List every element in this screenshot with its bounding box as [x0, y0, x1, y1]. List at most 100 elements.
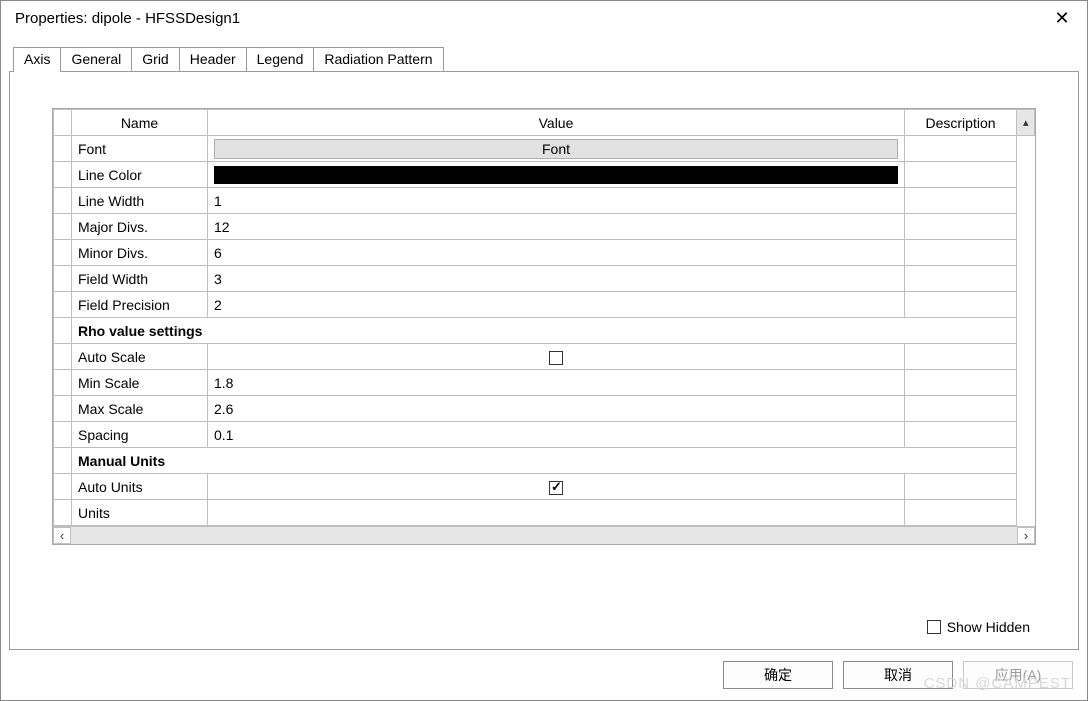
tab-axis[interactable]: Axis — [13, 47, 61, 72]
row-selector[interactable] — [54, 370, 72, 396]
tab-general[interactable]: General — [60, 47, 132, 71]
show-hidden-checkbox[interactable] — [927, 620, 941, 634]
close-icon[interactable]: ✕ — [1051, 9, 1073, 27]
cell-description — [905, 214, 1017, 240]
cell-name: Minor Divs. — [72, 240, 208, 266]
header-value[interactable]: Value — [208, 110, 905, 136]
cell-value-td[interactable]: 2 — [208, 292, 905, 318]
cell-value-td[interactable]: 2.6 — [208, 396, 905, 422]
header-name[interactable]: Name — [72, 110, 208, 136]
cell-name: Font — [72, 136, 208, 162]
tab-header[interactable]: Header — [179, 47, 247, 71]
row-selector[interactable] — [54, 318, 72, 344]
table-row: Manual Units — [54, 448, 1035, 474]
row-selector[interactable] — [54, 136, 72, 162]
cell-value[interactable]: 6 — [214, 245, 222, 261]
table-row: Field Precision2 — [54, 292, 1035, 318]
apply-button[interactable]: 应用(A) — [963, 661, 1073, 689]
row-selector[interactable] — [54, 188, 72, 214]
scroll-up-icon[interactable]: ▴ — [1023, 116, 1028, 129]
table-row: Field Width 3 — [54, 266, 1035, 292]
header-description[interactable]: Description — [905, 110, 1017, 136]
cell-value[interactable]: 2.6 — [214, 401, 233, 417]
cell-description — [905, 266, 1017, 292]
show-hidden-label: Show Hidden — [947, 619, 1030, 635]
show-hidden-row: Show Hidden — [927, 619, 1030, 635]
row-selector[interactable] — [54, 162, 72, 188]
font-button[interactable]: Font — [214, 139, 898, 159]
tab-strip: Axis General Grid Header Legend Radiatio… — [13, 43, 1079, 71]
cell-value-td[interactable]: 1 — [208, 188, 905, 214]
scroll-left-icon[interactable]: ‹ — [53, 527, 71, 544]
cell-value[interactable]: 1 — [214, 193, 222, 209]
scroll-track[interactable] — [71, 527, 1017, 544]
cell-value-td[interactable]: 3 — [208, 266, 905, 292]
cancel-button[interactable]: 取消 — [843, 661, 953, 689]
row-selector[interactable] — [54, 396, 72, 422]
checkbox[interactable] — [549, 351, 563, 365]
cell-value[interactable]: 12 — [214, 219, 230, 235]
row-selector[interactable] — [54, 214, 72, 240]
cell-description — [905, 500, 1017, 526]
cell-description — [905, 162, 1017, 188]
property-table: Name Value Description ▴ FontFontLine Co… — [53, 109, 1035, 526]
tab-legend[interactable]: Legend — [246, 47, 315, 71]
ok-button[interactable]: 确定 — [723, 661, 833, 689]
color-swatch[interactable] — [214, 166, 898, 184]
horizontal-scrollbar[interactable]: ‹ › — [53, 526, 1035, 544]
header-selector — [54, 110, 72, 136]
client-area: Axis General Grid Header Legend Radiatio… — [1, 35, 1087, 650]
table-row: Font Font — [54, 136, 1035, 162]
table-row: Min Scale1.8 — [54, 370, 1035, 396]
properties-dialog: Properties: dipole - HFSSDesign1 ✕ Axis … — [0, 0, 1088, 701]
cell-value[interactable]: 3 — [214, 271, 222, 287]
cell-value-td[interactable]: 1.8 — [208, 370, 905, 396]
cell-value-td[interactable]: 12 — [208, 214, 905, 240]
cell-description — [905, 396, 1017, 422]
cell-description — [905, 422, 1017, 448]
cell-value-td[interactable]: 6 — [208, 240, 905, 266]
cell-value-td[interactable] — [208, 162, 905, 188]
cell-value-td[interactable]: 0.1 — [208, 422, 905, 448]
tab-radiation-pattern[interactable]: Radiation Pattern — [313, 47, 443, 71]
cell-description — [905, 474, 1017, 500]
table-row: Spacing 0.1 — [54, 422, 1035, 448]
table-row: Max Scale2.6 — [54, 396, 1035, 422]
cell-name: Units — [72, 500, 208, 526]
cell-value[interactable]: 2 — [214, 297, 222, 313]
row-selector[interactable] — [54, 292, 72, 318]
section-header: Rho value settings — [72, 318, 1017, 344]
cell-description — [905, 370, 1017, 396]
row-selector[interactable] — [54, 422, 72, 448]
cell-value-td[interactable] — [208, 474, 905, 500]
table-row: Line Color — [54, 162, 1035, 188]
table-row: Auto Units — [54, 474, 1035, 500]
cell-name: Line Width — [72, 188, 208, 214]
cell-description — [905, 136, 1017, 162]
row-selector[interactable] — [54, 344, 72, 370]
table-header-row: Name Value Description ▴ — [54, 110, 1035, 136]
row-selector[interactable] — [54, 448, 72, 474]
scroll-right-icon[interactable]: › — [1017, 527, 1035, 544]
tab-grid[interactable]: Grid — [131, 47, 179, 71]
table-row: Minor Divs. 6 — [54, 240, 1035, 266]
row-selector[interactable] — [54, 240, 72, 266]
cell-value[interactable]: 0.1 — [214, 427, 233, 443]
property-grid: Name Value Description ▴ FontFontLine Co… — [52, 108, 1036, 545]
table-row: Major Divs.12 — [54, 214, 1035, 240]
cell-description — [905, 240, 1017, 266]
cell-value-td[interactable] — [208, 500, 905, 526]
cell-value-td[interactable] — [208, 344, 905, 370]
row-selector[interactable] — [54, 266, 72, 292]
cell-value-td[interactable]: Font — [208, 136, 905, 162]
title-bar: Properties: dipole - HFSSDesign1 ✕ — [1, 1, 1087, 35]
row-selector[interactable] — [54, 474, 72, 500]
cell-value[interactable]: 1.8 — [214, 375, 233, 391]
vertical-scrollbar[interactable]: ▴ — [1017, 110, 1035, 136]
cell-name: Field Width — [72, 266, 208, 292]
checkbox[interactable] — [549, 481, 563, 495]
tab-control: Axis General Grid Header Legend Radiatio… — [9, 43, 1079, 650]
table-row: Units — [54, 500, 1035, 526]
row-selector[interactable] — [54, 500, 72, 526]
cell-name: Spacing — [72, 422, 208, 448]
